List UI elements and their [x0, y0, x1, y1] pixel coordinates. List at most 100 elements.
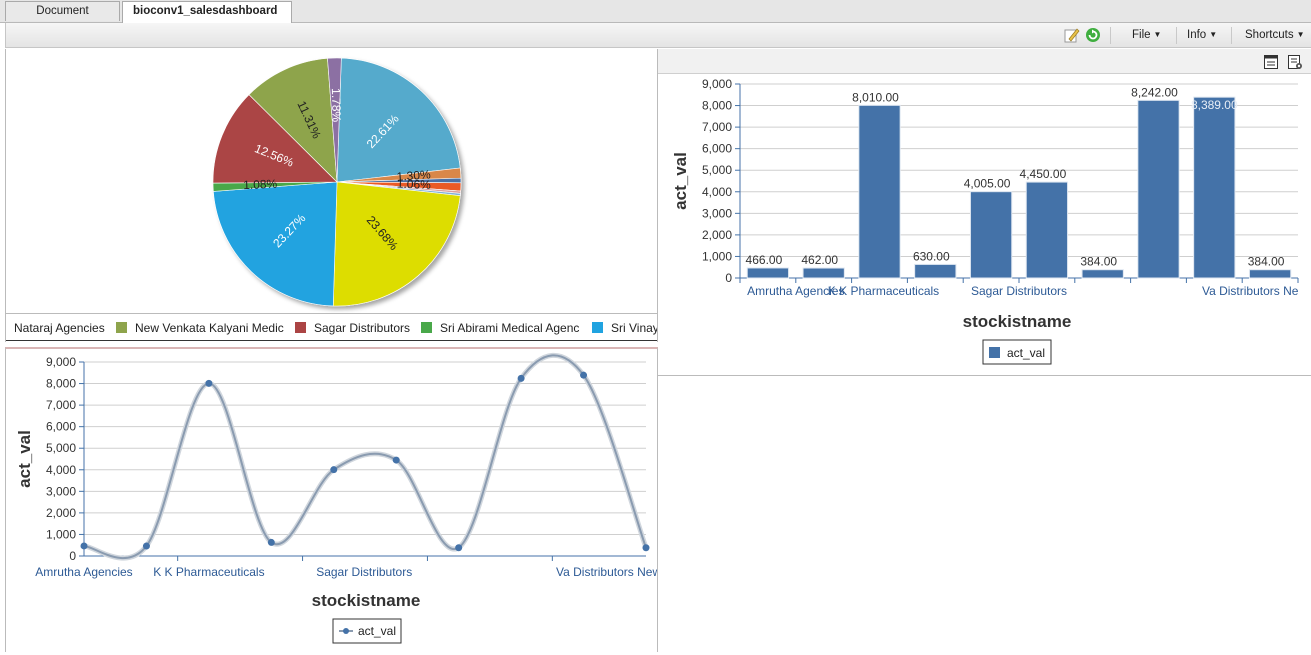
bar-data-label: 4,450.00 — [1020, 167, 1067, 181]
line-point[interactable] — [392, 456, 400, 464]
toolbar-separator — [1110, 27, 1111, 44]
line-point[interactable] — [642, 544, 650, 552]
y-tick-label: 4,000 — [702, 185, 732, 199]
line-chart: 0 1,000 2,000 3,000 4,000 5,000 6,000 7,000 8,00… — [15, 352, 678, 644]
pie-chart-panel: 22.61% 1.30% 1.06% 23.68% 23.27% 1.08% 12.56% 1… — [5, 49, 658, 342]
settings-icon[interactable] — [1287, 54, 1303, 70]
toolbar-separator — [1176, 27, 1177, 44]
line-legend: act_val — [332, 618, 402, 644]
legend-label: act_val — [1007, 346, 1045, 360]
line-chart-panel: 0 1,000 2,000 3,000 4,000 5,000 6,000 7,000 8,00… — [5, 347, 678, 652]
legend-item: Nataraj Agencies — [14, 321, 105, 335]
pie-slice-label: 1.78% — [329, 88, 344, 123]
tab-bar: Document browser bioconv1_salesdashboard… — [0, 0, 1311, 36]
bar-panel-header — [658, 49, 1311, 74]
line-series-shadow — [83, 352, 649, 561]
bar-data-label: 8,010.00 — [852, 90, 899, 104]
pie-slice-label: 1.08% — [243, 177, 278, 192]
edit-icon[interactable] — [1064, 27, 1080, 43]
bar[interactable] — [1193, 96, 1236, 279]
y-tick-label: 7,000 — [46, 398, 76, 412]
x-tick-label: Va Distributors New — [556, 565, 657, 579]
bar-data-label: 466.00 — [746, 253, 783, 267]
x-tick-label: Sagar Distributors — [316, 565, 412, 579]
tab-label: bioconv1_salesdashboard — [133, 5, 278, 17]
bar[interactable] — [858, 104, 901, 279]
bar-chart-panel: 0 1,000 2,000 3,000 4,000 5,000 6,000 7,000 8,00… — [658, 49, 1311, 376]
y-tick-label: 5,000 — [702, 163, 732, 177]
line-point[interactable] — [517, 374, 525, 382]
bar-legend: act_val — [982, 339, 1052, 365]
legend-swatch — [989, 347, 1000, 358]
bar[interactable] — [1248, 269, 1292, 279]
bar[interactable] — [1081, 269, 1124, 279]
bar-data-label: 8,389.00 — [1191, 98, 1238, 112]
bar-data-label: 8,242.00 — [1131, 85, 1178, 99]
menu-shortcuts[interactable]: Shortcuts ▼ — [1245, 29, 1305, 41]
y-tick-label: 3,000 — [46, 484, 76, 498]
line-point[interactable] — [330, 466, 338, 474]
bar[interactable] — [802, 267, 845, 279]
y-tick-label: 2,000 — [702, 228, 732, 242]
y-tick-label: 1,000 — [46, 527, 76, 541]
line-point[interactable] — [580, 371, 588, 379]
x-axis-title: stockistname — [312, 591, 421, 610]
line-point[interactable] — [80, 542, 88, 550]
line-point[interactable] — [267, 538, 275, 546]
y-tick-label: 1,000 — [702, 249, 732, 263]
y-tick-label: 5,000 — [46, 441, 76, 455]
bar-data-label: 630.00 — [913, 249, 950, 263]
y-tick-label: 2,000 — [46, 506, 76, 520]
pie-chart: 22.61%1.30%1.06%23.68%23.27%1.08%12.56%1… — [212, 57, 462, 307]
y-tick-label: 8,000 — [46, 377, 76, 391]
menu-info[interactable]: Info ▼ — [1187, 29, 1217, 41]
bar[interactable] — [1137, 99, 1180, 279]
legend-item: New Venkata Kalyani Medic — [135, 321, 284, 335]
line-point[interactable] — [205, 379, 213, 387]
export-icon[interactable] — [1263, 54, 1279, 70]
tab-salesdashboard[interactable]: bioconv1_salesdashboard✕ — [122, 1, 292, 36]
legend-item: Sri Abirami Medical Agenc — [440, 321, 580, 335]
y-tick-label: 4,000 — [46, 463, 76, 477]
tab-document-browser[interactable]: Document browser — [5, 1, 120, 36]
y-tick-label: 0 — [69, 549, 76, 563]
x-tick-label: K K Pharmaceuticals — [828, 284, 939, 298]
bar-chart: 0 1,000 2,000 3,000 4,000 5,000 6,000 7,000 8,00… — [671, 77, 1299, 365]
bar[interactable] — [969, 191, 1013, 279]
menu-label: Info — [1187, 29, 1207, 41]
bar[interactable] — [1025, 181, 1069, 279]
y-tick-label: 9,000 — [702, 77, 732, 91]
legend-swatch — [592, 322, 603, 333]
bar[interactable] — [914, 263, 957, 279]
x-tick-label: Amrutha Agencies — [35, 565, 132, 579]
bar-data-label: 462.00 — [801, 253, 838, 267]
legend-swatch — [421, 322, 432, 333]
y-tick-label: 8,000 — [702, 99, 732, 113]
x-axis-title: stockistname — [963, 312, 1072, 331]
y-tick-label: 3,000 — [702, 206, 732, 220]
pie-legend: Nataraj Agencies New Venkata Kalyani Med… — [6, 313, 657, 341]
bar-data-label: 384.00 — [1248, 255, 1285, 269]
toolbar-separator — [1231, 27, 1232, 44]
bar-data-label: 384.00 — [1080, 255, 1117, 269]
legend-swatch — [116, 322, 127, 333]
caret-down-icon: ▼ — [1296, 30, 1305, 39]
x-tick-label: K K Pharmaceuticals — [153, 565, 264, 579]
legend-item: Sri Vinay — [611, 321, 657, 335]
pie-slice-label: 1.06% — [397, 177, 432, 192]
caret-down-icon: ▼ — [1153, 30, 1162, 39]
menu-label: File — [1132, 29, 1151, 41]
toolbar: File ▼ Info ▼ Shortcuts ▼ — [5, 23, 1311, 48]
bar[interactable] — [746, 267, 790, 279]
bar-data-label: 4,005.00 — [964, 177, 1011, 191]
y-tick-label: 9,000 — [46, 355, 76, 369]
legend-label: act_val — [358, 624, 396, 638]
refresh-icon[interactable] — [1085, 27, 1101, 43]
line-point[interactable] — [455, 544, 463, 552]
y-tick-label: 0 — [725, 271, 732, 285]
menu-label: Shortcuts — [1245, 29, 1294, 41]
x-tick-label: Va Distributors Ne — [1202, 284, 1299, 298]
y-tick-label: 6,000 — [702, 142, 732, 156]
line-point[interactable] — [142, 542, 150, 550]
menu-file[interactable]: File ▼ — [1132, 29, 1161, 41]
